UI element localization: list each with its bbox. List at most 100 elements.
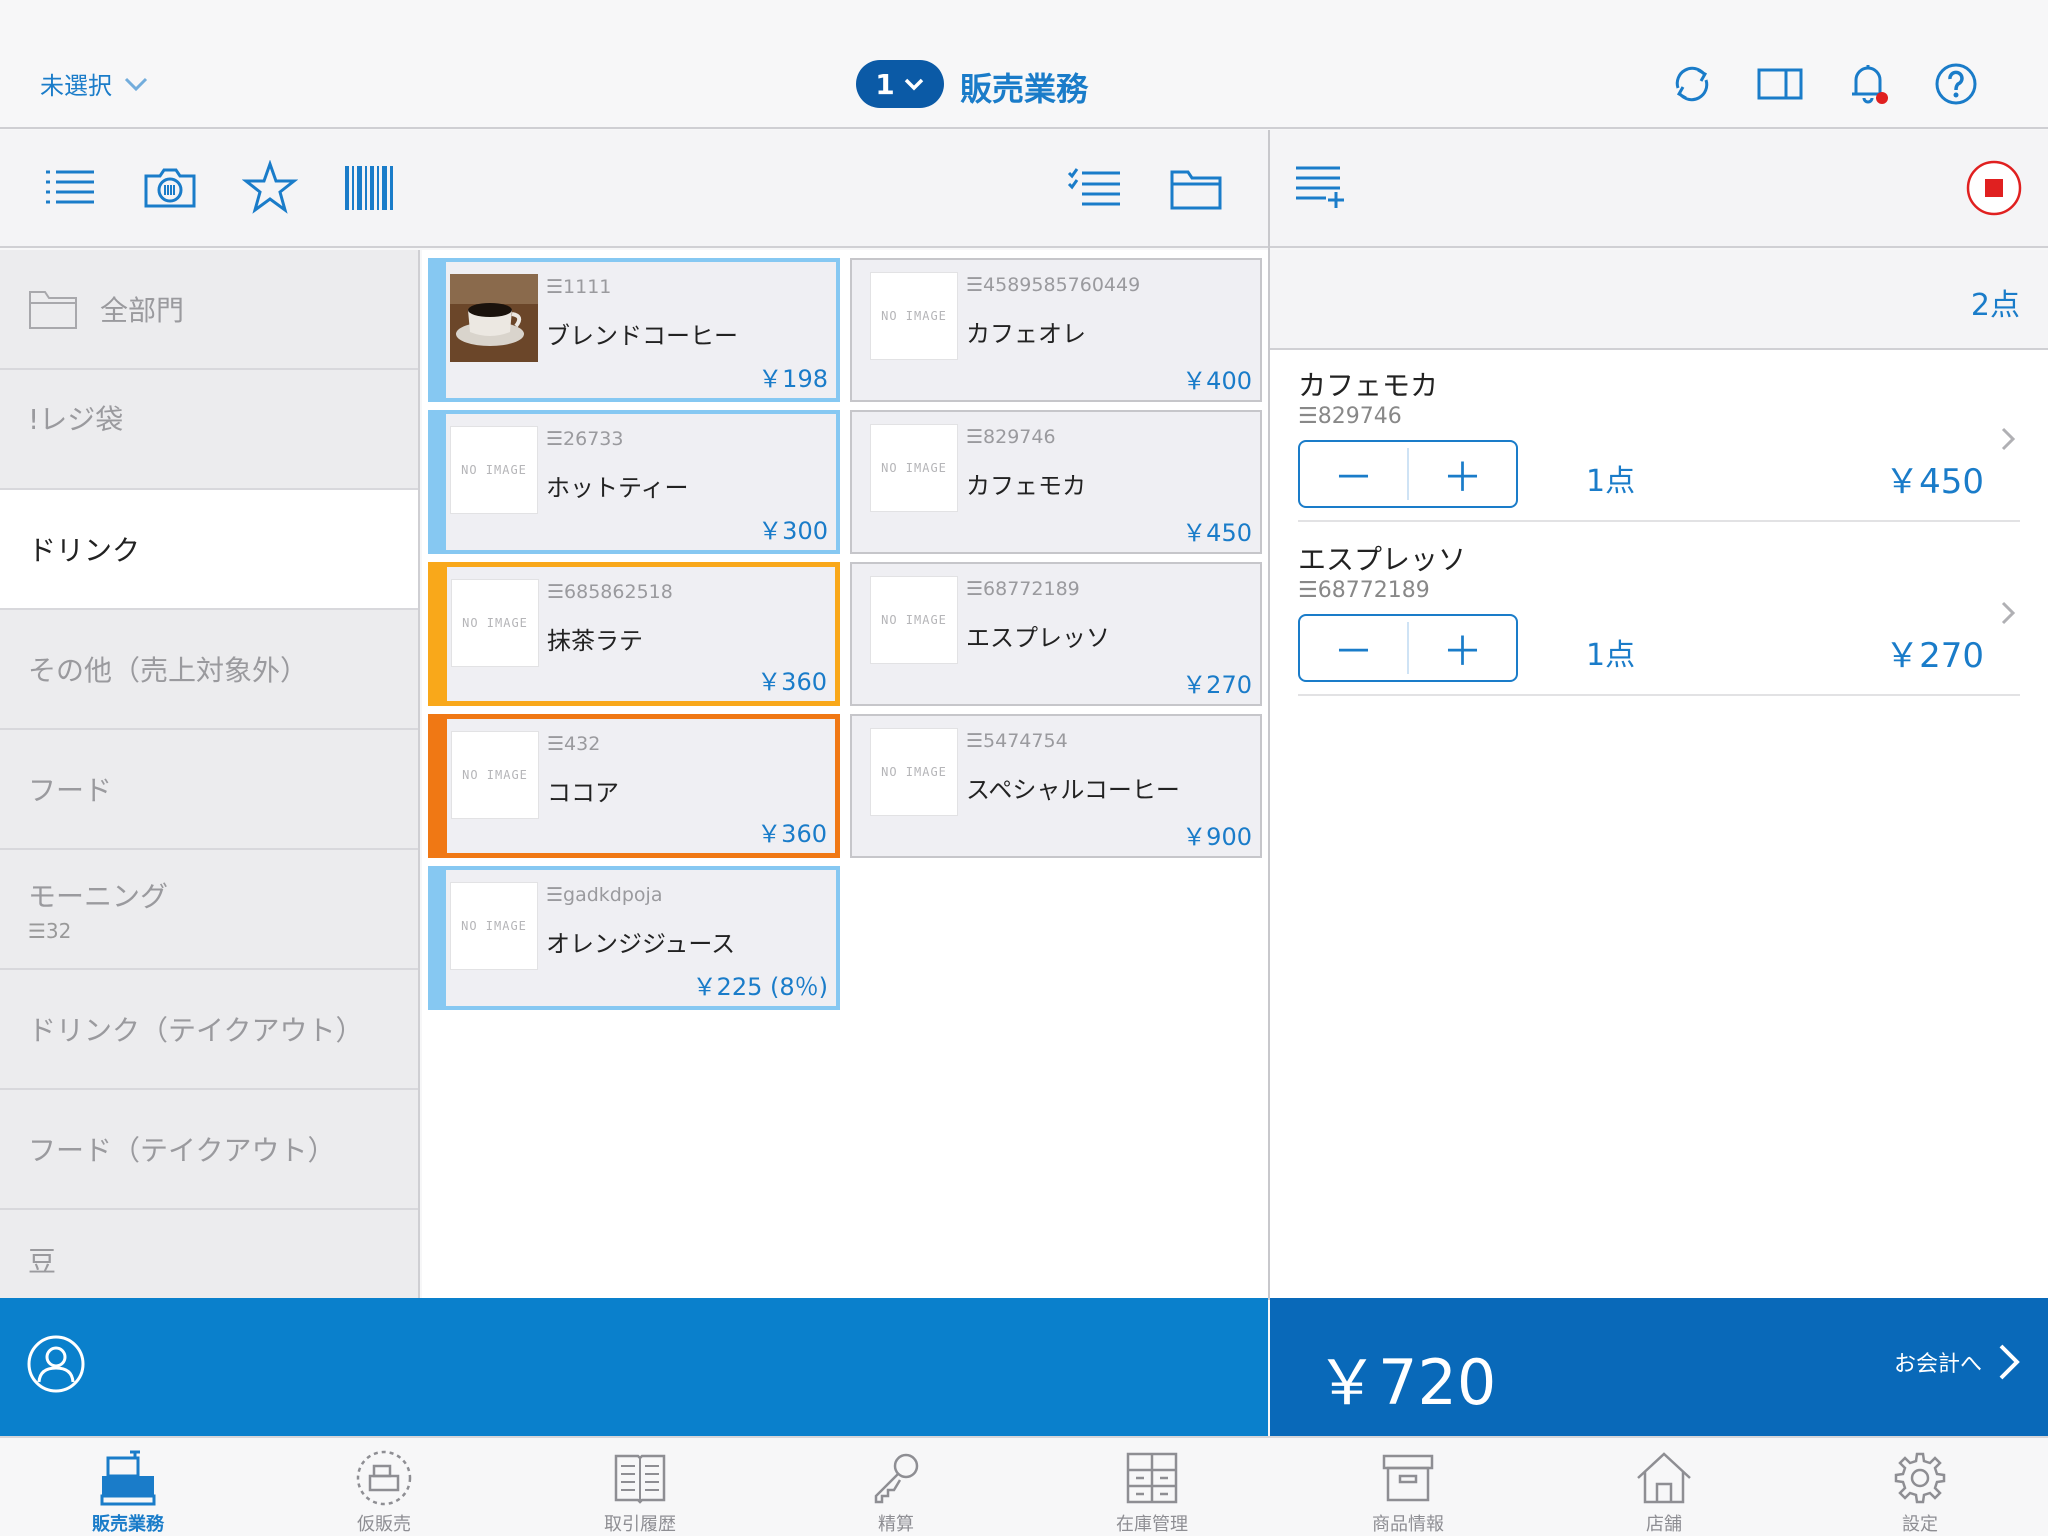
product-code: ☰4589585760449 bbox=[966, 274, 1141, 296]
tab-label: 仮販売 bbox=[357, 1514, 411, 1535]
product-price: ￥198 bbox=[758, 365, 828, 393]
register-icon bbox=[100, 1450, 156, 1506]
checkout-button[interactable]: お会計へ bbox=[1894, 1342, 2022, 1382]
store-icon bbox=[1637, 1452, 1691, 1504]
tab-sales[interactable]: 販売業務 bbox=[0, 1438, 256, 1536]
cart-line[interactable]: カフェモカ ☰829746 － ＋ 1点 ￥450 bbox=[1298, 350, 2020, 522]
tab-label: 設定 bbox=[1902, 1514, 1938, 1535]
key-icon bbox=[874, 1453, 919, 1504]
cart-line[interactable]: エスプレッソ ☰68772189 － ＋ 1点 ￥270 bbox=[1298, 524, 2020, 696]
page-title: 販売業務 bbox=[960, 70, 1089, 108]
product-card[interactable]: NO IMAGE ☰4589585760449 カフェオレ ￥400 bbox=[850, 258, 1262, 402]
increase-button[interactable]: ＋ bbox=[1409, 442, 1516, 506]
bell-icon[interactable] bbox=[1844, 60, 1892, 108]
cart-item-price: ￥270 bbox=[1885, 636, 1984, 676]
stop-record-icon[interactable] bbox=[1966, 160, 2022, 216]
chevron-down-icon bbox=[124, 77, 148, 91]
tab-store[interactable]: 店舗 bbox=[1536, 1438, 1792, 1536]
category-item-drink-takeout[interactable]: ドリンク（テイクアウト） bbox=[0, 970, 418, 1090]
barcode-icon[interactable] bbox=[342, 160, 398, 216]
checkout-label: お会計へ bbox=[1893, 1352, 1982, 1377]
register-select[interactable]: 1 bbox=[856, 60, 944, 108]
help-icon[interactable] bbox=[1932, 60, 1980, 108]
category-item-morning[interactable]: モーニング ☰32 bbox=[0, 850, 418, 970]
cart-item-name: カフェモカ bbox=[1298, 369, 1439, 402]
tab-label: 販売業務 bbox=[92, 1514, 164, 1535]
category-item-drink[interactable]: ドリンク bbox=[0, 490, 418, 610]
box-icon bbox=[1382, 1454, 1434, 1502]
category-item-food-takeout[interactable]: フード（テイクアウト） bbox=[0, 1090, 418, 1210]
split-view-icon[interactable] bbox=[1756, 60, 1804, 108]
tab-products[interactable]: 商品情報 bbox=[1280, 1438, 1536, 1536]
product-card[interactable]: NO IMAGE ☰5474754 スペシャルコーヒー ￥900 bbox=[850, 714, 1262, 858]
category-label: ドリンク bbox=[28, 534, 141, 567]
chevron-right-icon bbox=[1999, 1344, 2020, 1380]
customer-icon[interactable] bbox=[26, 1334, 86, 1394]
camera-scan-icon[interactable] bbox=[142, 160, 198, 216]
tab-bar: 販売業務 仮販売 取引履歴 精算 在庫管理 商品情報 店舗 設定 bbox=[0, 1436, 2048, 1536]
product-card[interactable]: NO IMAGE ☰432 ココア ￥360 bbox=[428, 714, 840, 858]
product-card[interactable]: NO IMAGE ☰26733 ホットティー ￥300 bbox=[428, 410, 840, 554]
favorites-star-icon[interactable] bbox=[242, 160, 298, 216]
tab-history[interactable]: 取引履歴 bbox=[512, 1438, 768, 1536]
folder-icon bbox=[29, 291, 77, 329]
product-toolbar bbox=[0, 130, 1268, 248]
increase-button[interactable]: ＋ bbox=[1409, 616, 1516, 680]
folder-icon[interactable] bbox=[1168, 160, 1224, 216]
product-card[interactable]: NO IMAGE ☰gadkdpoja オレンジジュース ￥225 (8％) bbox=[428, 866, 840, 1010]
quantity-stepper: － ＋ bbox=[1298, 440, 1518, 508]
store-select[interactable]: 未選択 bbox=[40, 66, 150, 101]
list-view-icon[interactable] bbox=[42, 160, 98, 216]
customer-bar bbox=[0, 1298, 1268, 1436]
cart-toolbar bbox=[1270, 130, 2048, 248]
tab-label: 店舗 bbox=[1646, 1514, 1682, 1535]
color-strip bbox=[432, 262, 446, 398]
no-image-placeholder: NO IMAGE bbox=[451, 579, 539, 667]
category-item-food[interactable]: フード bbox=[0, 730, 418, 850]
product-grid: ☰1111 ブレンドコーヒー ￥198 NO IMAGE ☰4589585760… bbox=[422, 250, 1268, 1298]
chevron-right-icon[interactable] bbox=[1998, 424, 2018, 454]
category-label: !レジ袋 bbox=[28, 403, 124, 436]
category-code: ☰32 bbox=[28, 919, 72, 943]
tab-settlement[interactable]: 精算 bbox=[768, 1438, 1024, 1536]
no-image-placeholder: NO IMAGE bbox=[451, 731, 539, 819]
decrease-button[interactable]: － bbox=[1300, 442, 1407, 506]
tab-label: 商品情報 bbox=[1372, 1514, 1444, 1535]
product-card[interactable]: ☰1111 ブレンドコーヒー ￥198 bbox=[428, 258, 840, 402]
cart-item-price: ￥450 bbox=[1885, 462, 1984, 502]
category-item-bag[interactable]: !レジ袋 bbox=[0, 370, 418, 490]
decrease-button[interactable]: － bbox=[1300, 616, 1407, 680]
product-price: ￥900 bbox=[1182, 823, 1252, 851]
product-photo bbox=[450, 274, 538, 362]
color-strip bbox=[433, 567, 447, 701]
total-amount: ￥720 bbox=[1316, 1346, 1497, 1419]
tab-settings[interactable]: 設定 bbox=[1792, 1438, 2048, 1536]
history-book-icon bbox=[614, 1454, 666, 1504]
product-price: ￥300 bbox=[758, 517, 828, 545]
gear-icon bbox=[1894, 1452, 1946, 1504]
refresh-icon[interactable] bbox=[1668, 60, 1716, 108]
cart-item-count: 2点 bbox=[1970, 288, 2020, 323]
product-code: ☰26733 bbox=[546, 428, 624, 450]
tab-inventory[interactable]: 在庫管理 bbox=[1024, 1438, 1280, 1536]
product-name: ブレンドコーヒー bbox=[546, 322, 738, 350]
category-item-other[interactable]: その他（売上対象外） bbox=[0, 610, 418, 730]
category-label: フード（テイクアウト） bbox=[28, 1134, 336, 1167]
product-name: ココア bbox=[547, 779, 619, 807]
product-card[interactable]: NO IMAGE ☰68772189 エスプレッソ ￥270 bbox=[850, 562, 1262, 706]
product-card[interactable]: NO IMAGE ☰829746 カフェモカ ￥450 bbox=[850, 410, 1262, 554]
category-item-beans[interactable]: 豆 bbox=[0, 1210, 418, 1298]
cart-item-name: エスプレッソ bbox=[1298, 543, 1467, 576]
product-code: ☰5474754 bbox=[966, 730, 1068, 752]
category-item-all[interactable]: 全部門 bbox=[0, 250, 418, 370]
cart-panel: 2点 カフェモカ ☰829746 － ＋ 1点 ￥450 エスプレッソ ☰687… bbox=[1270, 250, 2048, 1298]
product-code: ☰829746 bbox=[966, 426, 1056, 448]
top-bar: 未選択 1 販売業務 bbox=[0, 0, 2048, 129]
add-line-menu-icon[interactable] bbox=[1294, 160, 1350, 216]
checklist-icon[interactable] bbox=[1066, 160, 1122, 216]
product-price: ￥360 bbox=[757, 668, 827, 696]
chevron-right-icon[interactable] bbox=[1998, 598, 2018, 628]
tab-provisional[interactable]: 仮販売 bbox=[256, 1438, 512, 1536]
product-card[interactable]: NO IMAGE ☰685862518 抹茶ラテ ￥360 bbox=[428, 562, 840, 706]
register-number: 1 bbox=[875, 67, 895, 101]
